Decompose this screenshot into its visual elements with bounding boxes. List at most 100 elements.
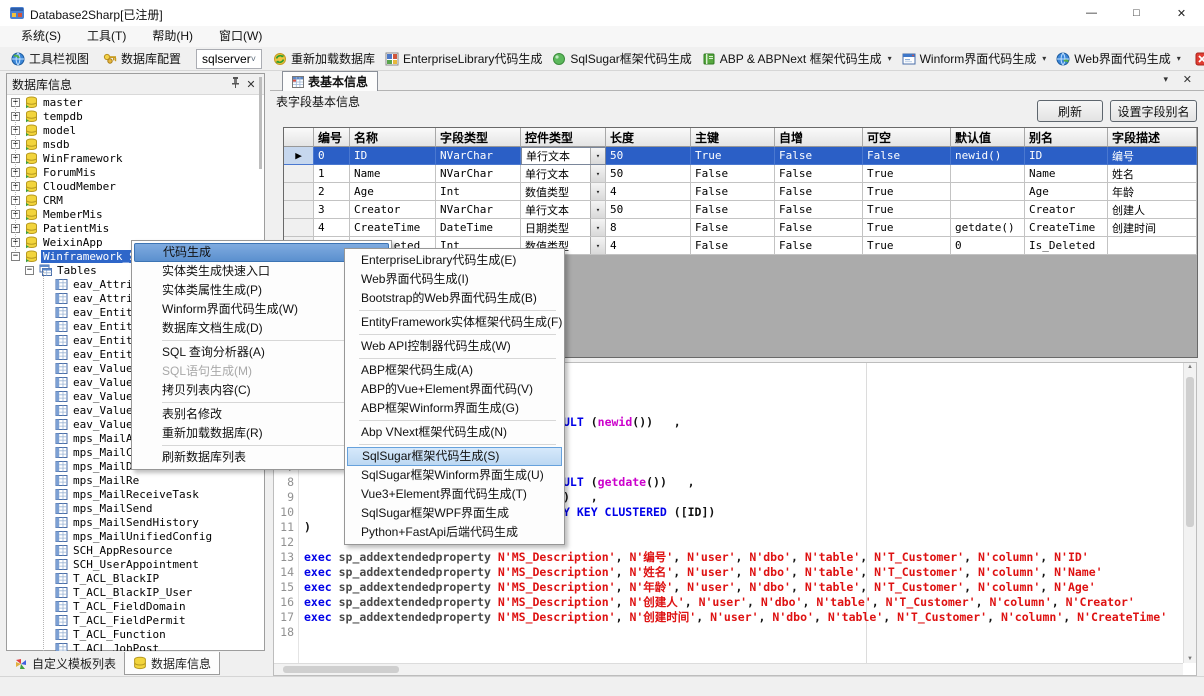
grid-cell[interactable]: 8 <box>606 219 691 237</box>
toolbar-reload-button[interactable]: 重新加载数据库 <box>268 48 380 70</box>
menu-item-10[interactable]: ABP框架Winform界面生成(G) <box>347 399 562 418</box>
panel-close-icon[interactable]: ✕ <box>243 78 259 91</box>
grid-cell[interactable]: True <box>691 147 775 165</box>
collapse-minus-icon[interactable]: − <box>11 252 20 261</box>
tree-item-CRM[interactable]: +CRM <box>7 193 264 207</box>
maximize-button[interactable]: □ <box>1114 0 1159 26</box>
menu-item-4[interactable]: EntityFramework实体框架代码生成(F) <box>347 313 562 332</box>
collapse-minus-icon[interactable]: − <box>25 266 34 275</box>
tree-item-T_ACL_JobPost[interactable]: T_ACL_JobPost <box>7 641 264 651</box>
grid-cell[interactable]: False <box>691 201 775 219</box>
tree-item-mps_MailReceiveTask[interactable]: mps_MailReceiveTask <box>7 487 264 501</box>
grid-header-6[interactable]: 自增 <box>775 128 863 147</box>
grid-cell[interactable]: 4 <box>606 183 691 201</box>
grid-cell[interactable]: NVarChar <box>436 147 521 165</box>
toolbar-view-button[interactable]: 工具栏视图 <box>6 48 94 70</box>
menu-item-1[interactable]: Web界面代码生成(I) <box>347 270 562 289</box>
toolbar-sqlsugar-button[interactable]: SqlSugar框架代码生成 <box>547 48 696 70</box>
tree-item-WinFramework[interactable]: +WinFramework <box>7 151 264 165</box>
grid-cell[interactable]: Creator <box>1025 201 1108 219</box>
tree-item-MemberMis[interactable]: +MemberMis <box>7 207 264 221</box>
grid-header-10[interactable]: 字段描述 <box>1108 128 1197 147</box>
combo-caret-down-icon[interactable]: ▾ <box>590 183 605 200</box>
menu-item-0[interactable]: EnterpriseLibrary代码生成(E) <box>347 251 562 270</box>
grid-cell[interactable]: True <box>863 219 951 237</box>
database-type-select[interactable]: sqlserver ˅ <box>196 49 262 69</box>
grid-cell[interactable]: False <box>775 237 863 255</box>
tab-database-info[interactable]: 数据库信息 <box>124 652 220 675</box>
tree-item-CloudMember[interactable]: +CloudMember <box>7 179 264 193</box>
tree-item-msdb[interactable]: +msdb <box>7 137 264 151</box>
grid-cell[interactable]: False <box>691 219 775 237</box>
tab-table-info[interactable]: 表基本信息 <box>282 71 378 91</box>
tree-item-mps_MailSendHistory[interactable]: mps_MailSendHistory <box>7 515 264 529</box>
grid-header-9[interactable]: 别名 <box>1025 128 1108 147</box>
tree-item-T_ACL_Function[interactable]: T_ACL_Function <box>7 627 264 641</box>
grid-cell[interactable]: 4 <box>314 219 350 237</box>
menubar-item-2[interactable]: 帮助(H) <box>139 26 206 47</box>
tree-item-SCH_AppResource[interactable]: SCH_AppResource <box>7 543 264 557</box>
grid-cell[interactable]: 单行文本▾ <box>521 165 606 183</box>
close-button[interactable]: ✕ <box>1159 0 1204 26</box>
grid-cell[interactable]: False <box>775 147 863 165</box>
pin-icon[interactable] <box>227 77 243 91</box>
grid-cell[interactable]: 单行文本▾ <box>521 147 606 165</box>
combo-caret-down-icon[interactable]: ▾ <box>590 165 605 182</box>
row-selector[interactable] <box>284 165 314 183</box>
grid-cell[interactable]: False <box>691 183 775 201</box>
grid-header-2[interactable]: 字段类型 <box>436 128 521 147</box>
grid-cell[interactable]: CreateTime <box>350 219 436 237</box>
grid-cell[interactable]: 数值类型▾ <box>521 183 606 201</box>
menu-item-8[interactable]: ABP框架代码生成(A) <box>347 361 562 380</box>
row-selector[interactable] <box>284 183 314 201</box>
tree-item-T_ACL_BlackIP[interactable]: T_ACL_BlackIP <box>7 571 264 585</box>
grid-cell[interactable]: 日期类型▾ <box>521 219 606 237</box>
grid-header-5[interactable]: 主键 <box>691 128 775 147</box>
tree-scrollbar[interactable] <box>259 77 262 169</box>
grid-cell[interactable]: 姓名 <box>1108 165 1197 183</box>
menu-item-12[interactable]: Abp VNext框架代码生成(N) <box>347 423 562 442</box>
grid-cell[interactable]: Is_Deleted <box>1025 237 1108 255</box>
caret-down-icon[interactable]: ▾ <box>1042 54 1046 63</box>
toolbar-exit-button[interactable]: 退出 <box>1190 48 1204 70</box>
tree-item-T_ACL_FieldPermit[interactable]: T_ACL_FieldPermit <box>7 613 264 627</box>
grid-cell[interactable]: 创建人 <box>1108 201 1197 219</box>
grid-cell[interactable] <box>951 201 1025 219</box>
caret-down-icon[interactable]: ▾ <box>888 54 892 63</box>
grid-cell[interactable]: CreateTime <box>1025 219 1108 237</box>
refresh-button[interactable]: 刷新 <box>1037 100 1103 122</box>
combo-caret-down-icon[interactable]: ▾ <box>590 237 605 254</box>
grid-cell[interactable]: ID <box>1025 147 1108 165</box>
editor-horizontal-scrollbar[interactable] <box>274 663 1183 675</box>
tree-item-tempdb[interactable]: +tempdb <box>7 109 264 123</box>
menubar-item-1[interactable]: 工具(T) <box>74 26 139 47</box>
grid-cell[interactable]: 单行文本▾ <box>521 201 606 219</box>
grid-header-8[interactable]: 默认值 <box>951 128 1025 147</box>
row-selector[interactable] <box>284 201 314 219</box>
grid-header-4[interactable]: 长度 <box>606 128 691 147</box>
menu-item-9[interactable]: ABP的Vue+Element界面代码(V) <box>347 380 562 399</box>
row-selector[interactable]: ▶ <box>284 147 314 165</box>
tree-item-SCH_UserAppointment[interactable]: SCH_UserAppointment <box>7 557 264 571</box>
grid-cell[interactable]: False <box>775 165 863 183</box>
tree-item-ForumMis[interactable]: +ForumMis <box>7 165 264 179</box>
grid-cell[interactable]: NVarChar <box>436 165 521 183</box>
grid-cell[interactable]: Age <box>1025 183 1108 201</box>
grid-cell[interactable]: False <box>691 165 775 183</box>
tree-item-PatientMis[interactable]: +PatientMis <box>7 221 264 235</box>
grid-cell[interactable]: getdate() <box>951 219 1025 237</box>
grid-cell[interactable]: 3 <box>314 201 350 219</box>
grid-cell[interactable]: True <box>863 165 951 183</box>
grid-header-7[interactable]: 可空 <box>863 128 951 147</box>
toolbar-dbconfig-button[interactable]: 数据库配置 <box>98 48 186 70</box>
editor-vertical-scrollbar[interactable]: ▲ ▼ <box>1183 363 1196 663</box>
scroll-up-icon[interactable]: ▲ <box>1184 364 1196 370</box>
grid-cell[interactable]: 0 <box>314 147 350 165</box>
tabstrip-caret-down-icon[interactable]: ▾ <box>1163 74 1168 85</box>
combo-caret-down-icon[interactable]: ▾ <box>590 148 605 164</box>
grid-cell[interactable]: True <box>863 201 951 219</box>
caret-down-icon[interactable]: ▾ <box>1177 54 1181 63</box>
grid-cell[interactable]: 年龄 <box>1108 183 1197 201</box>
tree-item-T_ACL_BlackIP_User[interactable]: T_ACL_BlackIP_User <box>7 585 264 599</box>
grid-cell[interactable]: DateTime <box>436 219 521 237</box>
